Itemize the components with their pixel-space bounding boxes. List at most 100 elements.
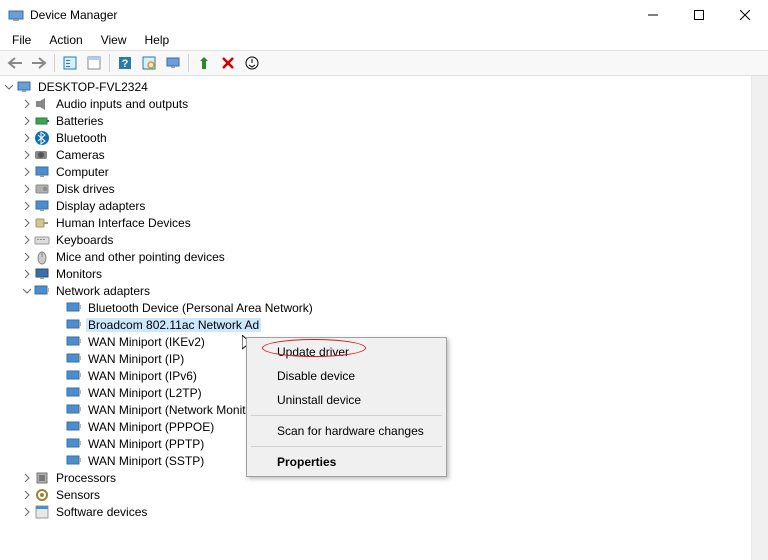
svg-text:?: ? bbox=[122, 58, 129, 70]
tree-category[interactable]: Sensors bbox=[0, 486, 751, 503]
monitor-icon bbox=[34, 198, 50, 214]
tree-category[interactable]: Display adapters bbox=[0, 197, 751, 214]
scan-hardware-button[interactable] bbox=[138, 52, 160, 74]
device-tree[interactable]: DESKTOP-FVL2324 Audio inputs and outputs… bbox=[0, 76, 751, 560]
software-icon bbox=[34, 504, 50, 520]
expand-icon[interactable] bbox=[20, 251, 32, 263]
tree-category[interactable]: Cameras bbox=[0, 146, 751, 163]
expand-icon[interactable] bbox=[20, 166, 32, 178]
tree-category[interactable]: Software devices bbox=[0, 503, 751, 520]
tree-root[interactable]: DESKTOP-FVL2324 bbox=[0, 78, 751, 95]
battery-icon bbox=[34, 113, 50, 129]
tree-device[interactable]: Bluetooth Device (Personal Area Network) bbox=[0, 299, 751, 316]
monitor-button[interactable] bbox=[162, 52, 184, 74]
tree-category[interactable]: Human Interface Devices bbox=[0, 214, 751, 231]
context-menu-properties[interactable]: Properties bbox=[249, 450, 444, 474]
expand-icon[interactable] bbox=[20, 506, 32, 518]
tree-category-label: Display adapters bbox=[54, 199, 147, 213]
network-adapter-icon bbox=[66, 300, 82, 316]
back-button[interactable] bbox=[4, 52, 26, 74]
menu-view[interactable]: View bbox=[93, 31, 135, 49]
expand-icon[interactable] bbox=[20, 217, 32, 229]
tree-device-label: WAN Miniport (Network Monitor) bbox=[86, 403, 262, 417]
context-menu-disable-device[interactable]: Disable device bbox=[249, 364, 444, 388]
menu-help[interactable]: Help bbox=[137, 31, 178, 49]
tree-device-label: WAN Miniport (L2TP) bbox=[86, 386, 204, 400]
tree-device-label: WAN Miniport (IKEv2) bbox=[86, 335, 207, 349]
expand-icon[interactable] bbox=[20, 489, 32, 501]
titlebar: Device Manager bbox=[0, 0, 768, 30]
expand-icon[interactable] bbox=[20, 115, 32, 127]
close-button[interactable] bbox=[722, 0, 768, 30]
content-area: DESKTOP-FVL2324 Audio inputs and outputs… bbox=[0, 76, 768, 560]
maximize-button[interactable] bbox=[676, 0, 722, 30]
monitor2-icon bbox=[34, 266, 50, 282]
tree-category[interactable]: Bluetooth bbox=[0, 129, 751, 146]
vertical-scrollbar[interactable] bbox=[751, 76, 768, 560]
spacer bbox=[52, 302, 64, 314]
uninstall-device-button[interactable] bbox=[217, 52, 239, 74]
tree-category[interactable]: Disk drives bbox=[0, 180, 751, 197]
tree-category-network[interactable]: Network adapters bbox=[0, 282, 751, 299]
sensor-icon bbox=[34, 487, 50, 503]
tree-category[interactable]: Keyboards bbox=[0, 231, 751, 248]
tree-category-label: Network adapters bbox=[54, 284, 152, 298]
show-hide-console-tree-button[interactable] bbox=[59, 52, 81, 74]
forward-button[interactable] bbox=[28, 52, 50, 74]
tree-device-label: WAN Miniport (PPTP) bbox=[86, 437, 206, 451]
network-adapter-icon bbox=[34, 283, 50, 299]
expand-icon[interactable] bbox=[20, 234, 32, 246]
tree-category[interactable]: Audio inputs and outputs bbox=[0, 95, 751, 112]
tree-category-label: Audio inputs and outputs bbox=[54, 97, 190, 111]
tree-category-label: Software devices bbox=[54, 505, 149, 519]
spacer bbox=[52, 438, 64, 450]
bluetooth-icon bbox=[34, 130, 50, 146]
network-adapter-icon bbox=[66, 419, 82, 435]
spacer bbox=[52, 370, 64, 382]
tree-category[interactable]: Mice and other pointing devices bbox=[0, 248, 751, 265]
computer-icon bbox=[16, 79, 32, 95]
tree-device-label: Bluetooth Device (Personal Area Network) bbox=[86, 301, 315, 315]
properties-button[interactable] bbox=[83, 52, 105, 74]
expand-icon[interactable] bbox=[20, 132, 32, 144]
hid-icon bbox=[34, 215, 50, 231]
spacer bbox=[52, 319, 64, 331]
expand-icon[interactable] bbox=[20, 183, 32, 195]
tree-device-label: WAN Miniport (SSTP) bbox=[86, 454, 206, 468]
help-button[interactable]: ? bbox=[114, 52, 136, 74]
tree-category[interactable]: Monitors bbox=[0, 265, 751, 282]
context-menu-separator bbox=[251, 446, 442, 447]
update-driver-button[interactable] bbox=[241, 52, 263, 74]
tree-category[interactable]: Batteries bbox=[0, 112, 751, 129]
context-menu-scan-hardware[interactable]: Scan for hardware changes bbox=[249, 419, 444, 443]
context-menu-update-driver[interactable]: Update driver bbox=[249, 340, 444, 364]
tree-device-label: WAN Miniport (IP) bbox=[86, 352, 186, 366]
spacer bbox=[52, 353, 64, 365]
context-menu-uninstall-device[interactable]: Uninstall device bbox=[249, 388, 444, 412]
minimize-button[interactable] bbox=[630, 0, 676, 30]
network-adapter-icon bbox=[66, 402, 82, 418]
spacer bbox=[52, 455, 64, 467]
tree-device[interactable]: Broadcom 802.11ac Network Ad bbox=[0, 316, 751, 333]
menu-file[interactable]: File bbox=[4, 31, 39, 49]
network-adapter-icon bbox=[66, 334, 82, 350]
spacer bbox=[52, 404, 64, 416]
menu-action[interactable]: Action bbox=[41, 31, 90, 49]
tree-device-label: WAN Miniport (IPv6) bbox=[86, 369, 199, 383]
tree-category[interactable]: Computer bbox=[0, 163, 751, 180]
tree-category-label: Human Interface Devices bbox=[54, 216, 193, 230]
enable-device-button[interactable] bbox=[193, 52, 215, 74]
expand-icon[interactable] bbox=[20, 149, 32, 161]
tree-category-label: Sensors bbox=[54, 488, 102, 502]
expand-icon[interactable] bbox=[20, 268, 32, 280]
expand-icon[interactable] bbox=[20, 472, 32, 484]
tree-category-label: Computer bbox=[54, 165, 111, 179]
expand-icon[interactable] bbox=[20, 200, 32, 212]
spacer bbox=[52, 387, 64, 399]
expand-icon[interactable] bbox=[20, 98, 32, 110]
tree-category-label: Monitors bbox=[54, 267, 104, 281]
collapse-icon[interactable] bbox=[20, 285, 32, 297]
speaker-icon bbox=[34, 96, 50, 112]
cpu-icon bbox=[34, 470, 50, 486]
collapse-icon[interactable] bbox=[2, 81, 14, 93]
